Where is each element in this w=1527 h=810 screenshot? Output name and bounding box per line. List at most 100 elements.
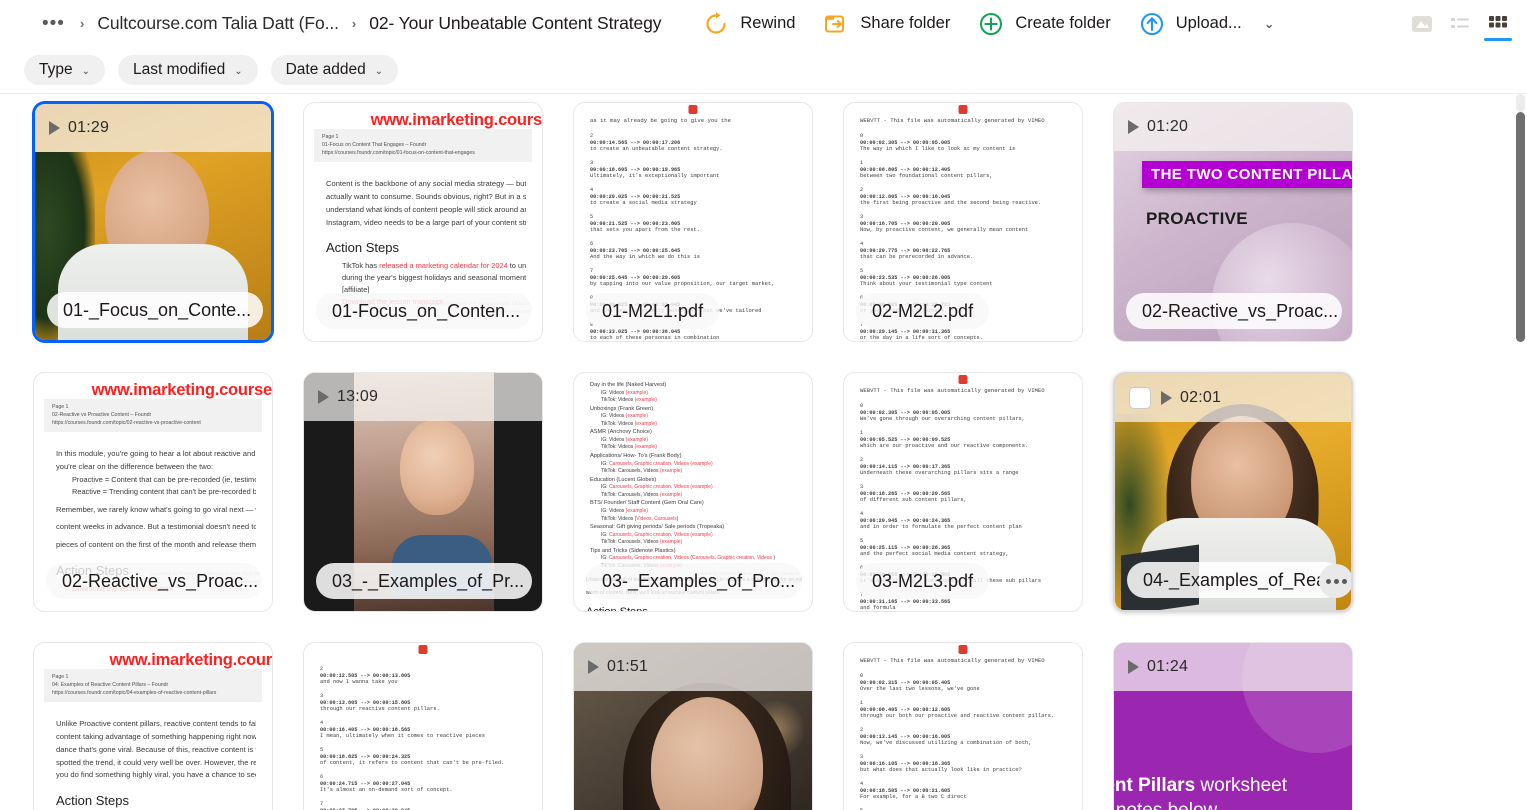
transcript-preview: WEBVTT - This file was automatically gen… [844,643,1082,810]
list-item: TikTok: Videos (example) [601,444,802,452]
document-preview: www.imarketing.cour Page 1 04: Examples of… [34,643,272,810]
file-card[interactable]: 01:29 01-_Focus_on_Conte... [33,102,273,342]
grid-view-button[interactable] [1481,4,1515,44]
transcript-cue: 7 00:00:25.645 --> 00:00:29.605 by tapping… [590,268,775,288]
transcript-cue: 1 00:00:08.805 --> 00:00:12.405 between tw… [860,160,993,180]
breadcrumb-overflow-button[interactable]: ••• [40,14,67,33]
file-grid-cell: 01:29 01-_Focus_on_Conte... [33,102,303,342]
list-item: TikTok: Carousels, Videos (example) [601,468,802,476]
filter-date-added-button[interactable]: Date added ⌄ [270,55,399,85]
video-duration-label: 01:24 [1147,658,1189,675]
document-header: Page 1 02-Reactive vs Proactive Content –… [44,399,262,433]
transcript-cue: 4 00:00:20.025 --> 00:00:21.525 to create … [590,187,697,207]
share-folder-label: Share folder [860,14,951,32]
file-grid-cell: THE TWO CONTENT PILLAR C PROACTIVE 01:20 02… [1113,102,1383,342]
list-view-button[interactable] [1443,4,1477,44]
file-card[interactable]: THE TWO CONTENT PILLAR C PROACTIVE 01:20 02… [1113,102,1353,342]
file-name-label: 04-_Examples_of_Rea. [1127,562,1343,598]
list-item: ASMR (Anchovy Choice) [590,428,802,437]
transcript-cue: 1 00:00:05.525 --> 00:00:09.525 which are … [860,430,1029,450]
filter-last-modified-label: Last modified [133,61,226,78]
transcript-cue: 0 00:00:02.305 --> 00:00:05.005 We've gone… [860,403,1025,422]
file-card[interactable]: 02:01 04-_Examples_of_Rea. [1113,372,1353,612]
file-card[interactable]: tent Pillars worksheet n notes below 01:24 [1113,642,1353,810]
play-icon [49,121,60,135]
create-folder-button[interactable]: Create folder [964,5,1124,43]
file-grid-cell: 02:01 04-_Examples_of_Rea. [1113,372,1383,612]
preview-view-button[interactable] [1405,4,1439,44]
file-name-label: 02-Reactive_vs_Proac... [46,563,262,599]
list-item: Unboxings (Frank Green) [590,405,802,414]
watermark-text: www.imarketing.cour [109,651,272,669]
transcript-header: as it may already be going to give you t… [590,117,731,124]
document-body: Unlike Proactive content pillars, reacti… [56,719,256,809]
file-card[interactable]: www.imarketing.cour Page 1 04: Examples of… [33,642,273,810]
list-item: IG: Videos (example) [601,413,802,421]
share-folder-icon [825,15,845,32]
transcript-cue: 4 00:00:18.505 --> 00:00:21.605 For exampl… [860,781,967,801]
transcript-cue: 2 00:00:14.565 --> 00:00:17.206 to create … [590,133,723,152]
file-name-label: 02-Reactive_vs_Proac... [1126,293,1342,329]
file-card[interactable]: 01:51 [573,642,813,810]
file-card[interactable]: WEBVTT - This file was automatically gen… [843,372,1083,612]
video-duration-bar: 01:51 [574,643,812,691]
play-icon [1128,120,1139,134]
file-card[interactable]: 13:09 03_-_Examples_of_Pr... [303,372,543,612]
upload-dropdown-caret[interactable]: ⌄ [1256,12,1283,36]
video-duration-bar: 01:24 [1114,643,1352,691]
video-duration-label: 01:51 [607,658,649,675]
breadcrumb-separator-icon-2: › [351,16,357,31]
video-duration-bar: 02:01 [1115,374,1351,422]
upload-button[interactable]: Upload... [1125,5,1256,43]
transcript-header: WEBVTT - This file was automatically gen… [860,657,1045,664]
transcript-cue: 3 00:00:16.705 --> 00:00:20.005 Now, by pr… [860,214,1029,234]
file-name-label: 03-_Examples_of_Pro... [586,563,802,599]
file-grid-container: 01:29 01-_Focus_on_Conte... www.imarketing… [0,93,1527,810]
upload-label: Upload... [1175,14,1242,32]
transcript-cue: 2 00:00:12.805 --> 00:00:16.045 the first … [860,187,1042,207]
list-item: IG: Carousels, Graphic creation, Videos … [601,555,802,563]
list-item: IG: Videos (example) [601,390,802,398]
file-grid-cell: WEBVTT - This file was automatically gen… [843,642,1113,810]
file-name-label: 01-Focus_on_Conten... [316,293,532,329]
upload-icon [1140,12,1163,35]
list-item: IG: Carousels, Graphic creation, Videos … [601,484,802,492]
video-duration-label: 13:09 [337,388,379,405]
list-item: TikTok: Videos (example) [601,421,802,429]
transcript-cue: 2 00:00:12.505 --> 00:00:13.805 and now I … [320,666,411,685]
file-card[interactable]: WEBVTT - This file was automatically gen… [843,102,1083,342]
slide-line-2: n notes below [1114,800,1217,810]
play-icon [1161,391,1172,405]
pdf-marker-icon [418,645,428,654]
filter-type-button[interactable]: Type ⌄ [24,55,105,85]
breadcrumb-current-folder: 02- Your Unbeatable Content Strategy [369,13,662,33]
video-duration-label: 01:29 [68,119,110,136]
scrollbar-thumb[interactable] [1516,112,1525,342]
transcript-cue: 5 00:00:18.825 --> 00:00:24.325 of content… [320,747,505,767]
watermark-text: www.imarketing.course [91,381,272,399]
filter-date-added-label: Date added [285,61,366,78]
file-card[interactable]: 2 00:00:12.505 --> 00:00:13.805 and now I … [303,642,543,810]
file-card[interactable]: www.imarketing.course Page 1 02-Reactive v… [33,372,273,612]
transcript-cue: 2 00:00:14.115 --> 00:00:17.365 Underneath… [860,457,1019,477]
rewind-button[interactable]: Rewind [689,5,809,43]
transcript-cue: 3 00:00:16.105 --> 00:00:18.365 but what d… [860,754,1022,774]
transcript-header: WEBVTT - This file was automatically gen… [860,387,1045,394]
share-folder-button[interactable]: Share folder [809,5,964,43]
file-grid-cell: WEBVTT - This file was automatically gen… [843,372,1113,612]
list-item: TikTok: Videos (Videos, Carousels) [601,516,802,524]
file-card[interactable]: Day in the life (Naked Harvest)IG: Video… [573,372,813,612]
overflow-menu-button[interactable] [1319,564,1351,598]
slide-line-1: tent Pillars worksheet [1114,775,1288,796]
breadcrumb-parent-link[interactable]: Cultcourse.com Talia Datt (Fo... [97,13,339,34]
file-card[interactable]: www.imarketing.cours Page 1 01-Focus on Co… [303,102,543,342]
select-checkbox[interactable] [1129,387,1151,409]
list-item: Education (Lucent Globes) [590,476,802,485]
vertical-scrollbar[interactable] [1514,94,1527,810]
chevron-down-icon: ⌄ [234,65,243,77]
file-grid-cell: 2 00:00:12.505 --> 00:00:13.805 and now I … [303,642,573,810]
file-card[interactable]: WEBVTT - This file was automatically gen… [843,642,1083,810]
filter-last-modified-button[interactable]: Last modified ⌄ [118,55,258,85]
file-grid-cell: WEBVTT - This file was automatically gen… [843,102,1113,342]
file-card[interactable]: as it may already be going to give you t… [573,102,813,342]
